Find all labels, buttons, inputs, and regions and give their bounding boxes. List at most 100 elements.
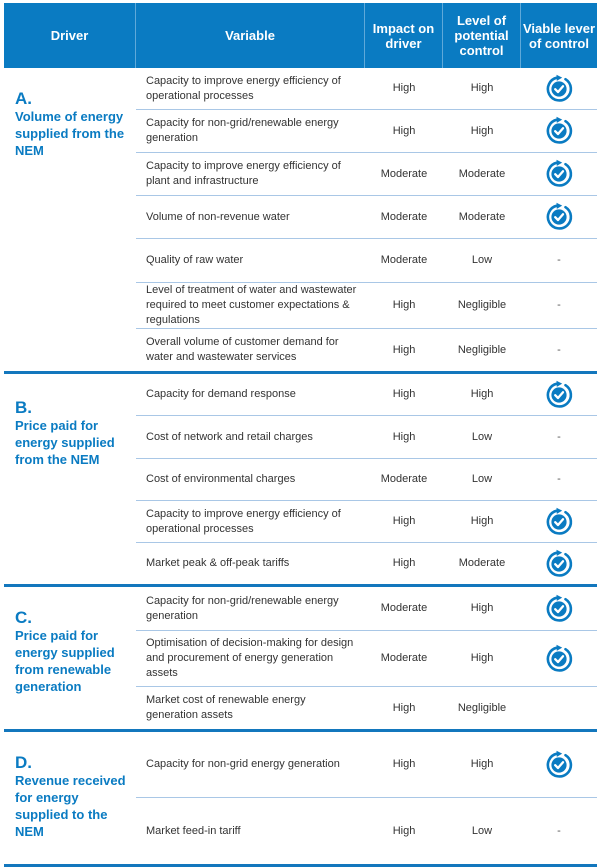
driver-cell: D. Revenue received for energy supplied … — [4, 732, 136, 864]
table-row: Market feed-in tariff High Low - — [136, 798, 597, 864]
impact-cell: High — [392, 557, 416, 569]
check-cycle-icon — [544, 380, 574, 410]
header-driver: Driver — [4, 3, 136, 68]
lever-cell: - — [521, 459, 597, 500]
impact-cell: Moderate — [380, 602, 428, 614]
lever-cell — [521, 110, 597, 152]
check-cycle-icon — [544, 74, 574, 104]
table-row: Cost of network and retail charges High Lo… — [136, 416, 597, 459]
driver-cell: A. Volume of energy supplied from the NE… — [4, 68, 136, 371]
section-d: D. Revenue received for energy supplied … — [4, 732, 597, 867]
variable-cell: Cost of network and retail charges — [146, 430, 313, 443]
lever-cell — [521, 587, 597, 630]
table-row: Overall volume of customer demand for wa… — [136, 329, 597, 371]
check-cycle-icon — [544, 549, 574, 579]
lever-cell: - — [521, 239, 597, 282]
lever-cell — [521, 687, 597, 729]
impact-cell: High — [392, 124, 416, 137]
lever-cell — [521, 68, 597, 109]
check-cycle-icon — [544, 750, 574, 780]
impact-cell: Moderate — [380, 254, 428, 266]
table-row: Capacity to improve energy efficiency of… — [136, 68, 597, 110]
control-cell: High — [470, 388, 494, 400]
control-cell: High — [470, 515, 494, 527]
check-cycle-icon — [544, 202, 574, 232]
table-row: Market peak & off-peak tariffs High Modera… — [136, 543, 597, 584]
driver-text: Revenue received for energy supplied to … — [15, 773, 126, 839]
table-row: Optimisation of decision-making for desi… — [136, 631, 597, 687]
control-cell: Low — [471, 824, 493, 837]
table-row: Capacity to improve energy efficiency of… — [136, 153, 597, 196]
impact-cell: High — [392, 388, 416, 400]
lever-value: - — [557, 824, 561, 837]
impact-cell: Moderate — [380, 652, 428, 664]
control-cell: High — [470, 82, 494, 94]
control-cell: High — [470, 652, 494, 664]
check-cycle-icon — [544, 644, 574, 674]
lever-cell: - — [521, 798, 597, 864]
table-row: Cost of environmental charges Moderate Low… — [136, 459, 597, 501]
lever-cell — [521, 196, 597, 238]
variable-cell: Overall volume of customer demand for wa… — [146, 336, 339, 363]
impact-cell: High — [392, 343, 416, 356]
header-lever: Viable lever of control — [522, 20, 596, 51]
impact-cell: Moderate — [380, 167, 428, 180]
lever-cell — [521, 732, 597, 797]
impact-cell: High — [392, 758, 416, 770]
driver-letter: C. — [15, 608, 32, 627]
impact-cell: High — [392, 430, 416, 443]
driver-text: Price paid for energy supplied from rene… — [15, 628, 115, 694]
control-cell: Moderate — [458, 210, 506, 223]
table-row: Level of treatment of water and wastewat… — [136, 283, 597, 329]
variable-cell: Quality of raw water — [146, 254, 244, 266]
variable-cell: Capacity to improve energy efficiency of… — [146, 507, 341, 535]
impact-cell: Moderate — [380, 473, 428, 485]
variable-cell: Market peak & off-peak tariffs — [146, 557, 290, 569]
lever-cell — [521, 374, 597, 415]
control-cell: Low — [471, 254, 493, 266]
driver-text: Volume of energy supplied from the NEM — [15, 109, 125, 158]
driver-letter: B. — [15, 398, 32, 417]
impact-cell: High — [392, 299, 416, 311]
impact-cell: High — [392, 824, 416, 837]
lever-cell — [521, 501, 597, 542]
variable-cell: Optimisation of decision-making for desi… — [146, 637, 354, 679]
section-b: B. Price paid for energy supplied from t… — [4, 374, 597, 587]
table-row: Capacity for non-grid/renewable energy g… — [136, 587, 597, 631]
lever-cell: - — [521, 283, 597, 328]
control-cell: Moderate — [458, 557, 506, 569]
variable-cell: Capacity for non-grid/renewable energy g… — [146, 594, 339, 622]
variable-cell: Capacity for non-grid energy generation — [146, 758, 340, 770]
control-cell: High — [470, 758, 494, 770]
control-cell: Negligible — [457, 701, 507, 714]
variable-cell: Capacity for non-grid/renewable energy g… — [146, 117, 339, 144]
lever-value: - — [557, 343, 561, 356]
driver-cell: B. Price paid for energy supplied from t… — [4, 374, 136, 584]
impact-cell: Moderate — [380, 210, 428, 223]
check-cycle-icon — [544, 594, 574, 624]
lever-cell — [521, 153, 597, 195]
header-variable: Variable — [136, 3, 365, 68]
variable-cell: Volume of non-revenue water — [146, 210, 290, 223]
section-c: C. Price paid for energy supplied from r… — [4, 587, 597, 732]
lever-value: - — [557, 299, 561, 311]
variable-cell: Capacity to improve energy efficiency of… — [146, 74, 341, 102]
header-impact: Impact on driver — [365, 3, 443, 68]
control-cell: Negligible — [457, 343, 507, 356]
control-cell: High — [470, 124, 494, 137]
impact-cell: High — [392, 515, 416, 527]
driver-letter: D. — [15, 753, 32, 772]
lever-cell: - — [521, 416, 597, 458]
lever-cell — [521, 631, 597, 686]
control-cell: Low — [471, 430, 493, 443]
check-cycle-icon — [544, 507, 574, 537]
check-cycle-icon — [544, 116, 574, 146]
lever-cell: - — [521, 329, 597, 371]
table-row: Quality of raw water Moderate Low - — [136, 239, 597, 283]
lever-value: - — [557, 254, 561, 266]
table-row: Capacity for non-grid energy generation H… — [136, 732, 597, 798]
drivers-table: Driver Variable Impact on driver Level o… — [4, 3, 597, 867]
lever-value: - — [557, 473, 561, 485]
control-cell: Low — [471, 473, 493, 485]
driver-text: Price paid for energy supplied from the … — [15, 418, 115, 467]
